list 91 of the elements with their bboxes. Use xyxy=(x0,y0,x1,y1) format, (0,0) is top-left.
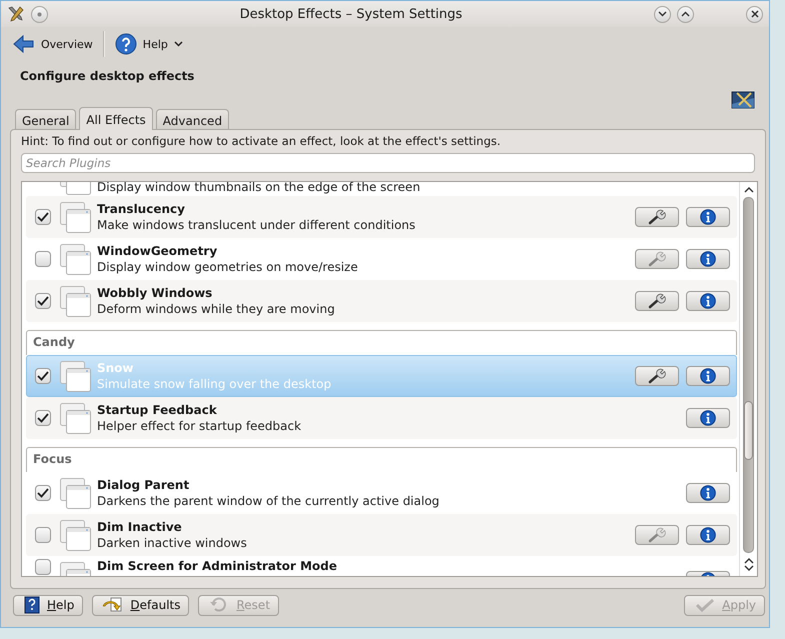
wrench-icon xyxy=(648,368,666,384)
checkbox[interactable] xyxy=(35,251,51,267)
scroll-down-icon[interactable] xyxy=(744,564,754,572)
caret-icon[interactable] xyxy=(174,41,183,47)
wrench-icon xyxy=(648,251,666,267)
tab[interactable]: Advanced xyxy=(156,109,230,129)
window-stack-icon xyxy=(59,477,91,509)
effect-description: Helper effect for startup feedback xyxy=(97,418,302,434)
scrollbar-thumb[interactable] xyxy=(744,401,753,460)
checkbox[interactable] xyxy=(35,559,51,575)
info-icon xyxy=(700,293,716,309)
checkmark-icon xyxy=(695,597,716,613)
effect-name: Startup Feedback xyxy=(97,402,218,418)
effect-name: Dim Screen for Administrator Mode xyxy=(97,559,338,574)
configure-button[interactable] xyxy=(635,291,679,311)
checkbox[interactable] xyxy=(35,209,51,225)
info-icon xyxy=(700,410,716,426)
tools-icon xyxy=(7,5,25,23)
scroll-up-icon[interactable] xyxy=(744,557,754,564)
wrench-icon xyxy=(648,209,666,225)
window-stack-icon xyxy=(59,519,91,551)
effect-description: Darken inactive windows xyxy=(97,536,248,550)
checkbox[interactable] xyxy=(35,410,51,426)
effect-row[interactable]: Startup Feedback Helper effect for startup feedback xyxy=(26,397,737,439)
effect-description: Simulate snow falling over the desktop xyxy=(97,376,332,392)
effect-description: Make windows translucent under different conditions xyxy=(97,218,416,232)
effect-description: Darkens the parent window of the currently active dialog xyxy=(97,494,440,508)
chevron-down-icon xyxy=(658,11,667,17)
checkbox[interactable] xyxy=(35,293,51,309)
configure-button[interactable] xyxy=(635,207,679,227)
help-icon xyxy=(114,33,137,55)
info-button[interactable] xyxy=(686,249,730,269)
wrench-icon xyxy=(648,293,666,309)
chevron-up-icon xyxy=(681,11,690,17)
effect-row[interactable]: Wobbly Windows Deform windows while they are moving xyxy=(26,280,737,322)
info-button[interactable] xyxy=(686,366,730,386)
hint-text: Hint: To find out or configure how to activate an effect, look at the effect's settings. xyxy=(21,134,502,150)
checkbox[interactable] xyxy=(35,485,51,501)
checkbox[interactable] xyxy=(35,368,51,384)
effect-name: Wobbly Windows xyxy=(97,286,214,300)
effect-description: Deform windows while they are moving xyxy=(97,302,336,316)
window-stack-icon xyxy=(59,402,91,434)
maximize-button[interactable] xyxy=(677,6,694,22)
info-icon xyxy=(700,251,716,267)
tab[interactable]: All Effects xyxy=(79,107,153,130)
configure-button[interactable] xyxy=(635,366,679,386)
help-button[interactable]: Help xyxy=(13,594,84,616)
search-field[interactable]: Search Plugins xyxy=(21,153,755,173)
effect-row[interactable]: Translucency Make windows translucent under different conditions xyxy=(26,196,737,238)
info-icon xyxy=(700,368,716,384)
tab[interactable]: General xyxy=(15,109,76,129)
wrench-icon xyxy=(648,527,666,543)
help-book-icon xyxy=(24,596,40,614)
pin-button[interactable] xyxy=(31,6,48,22)
undo-page-icon xyxy=(103,597,124,613)
back-arrow-icon xyxy=(13,34,35,54)
window-stack-icon xyxy=(59,360,91,392)
info-icon xyxy=(700,485,716,501)
effect-name: Dialog Parent xyxy=(97,478,190,492)
effect-name: Translucency xyxy=(97,202,186,216)
page-heading: Configure desktop effects xyxy=(20,69,194,83)
effect-description: Display window geometries on move/resize xyxy=(97,260,359,274)
effect-name: Dim Inactive xyxy=(97,520,183,534)
window-stack-icon xyxy=(59,243,91,275)
info-button[interactable] xyxy=(686,483,730,503)
close-icon xyxy=(750,10,758,18)
category-heading: Candy xyxy=(33,335,75,349)
category-heading: Focus xyxy=(33,452,72,466)
window-title: Desktop Effects – System Settings xyxy=(238,6,464,22)
scroll-up-icon[interactable] xyxy=(744,186,754,193)
info-icon xyxy=(700,527,716,543)
info-button[interactable] xyxy=(686,291,730,311)
effect-name: Snow xyxy=(97,360,135,376)
close-button[interactable] xyxy=(746,6,763,22)
dot-icon xyxy=(37,12,42,16)
window-stack-icon xyxy=(59,201,91,233)
info-button[interactable] xyxy=(686,525,730,545)
help-menu-button[interactable]: Help xyxy=(110,31,187,57)
checkbox[interactable] xyxy=(35,527,51,543)
effect-name: WindowGeometry xyxy=(97,244,218,258)
effect-row[interactable]: Dim Inactive Darken inactive windows xyxy=(26,514,737,556)
overview-button[interactable]: Overview xyxy=(9,32,97,56)
info-icon xyxy=(700,209,716,225)
effect-description: Display window thumbnails on the edge of the screen xyxy=(97,182,422,195)
info-button[interactable] xyxy=(686,408,730,428)
info-button[interactable] xyxy=(686,207,730,227)
scrollbar[interactable] xyxy=(743,197,754,553)
minimize-button[interactable] xyxy=(654,6,671,22)
desktop-effects-icon xyxy=(731,89,755,111)
defaults-button[interactable]: Defaults xyxy=(92,594,190,616)
window-stack-icon xyxy=(59,285,91,317)
